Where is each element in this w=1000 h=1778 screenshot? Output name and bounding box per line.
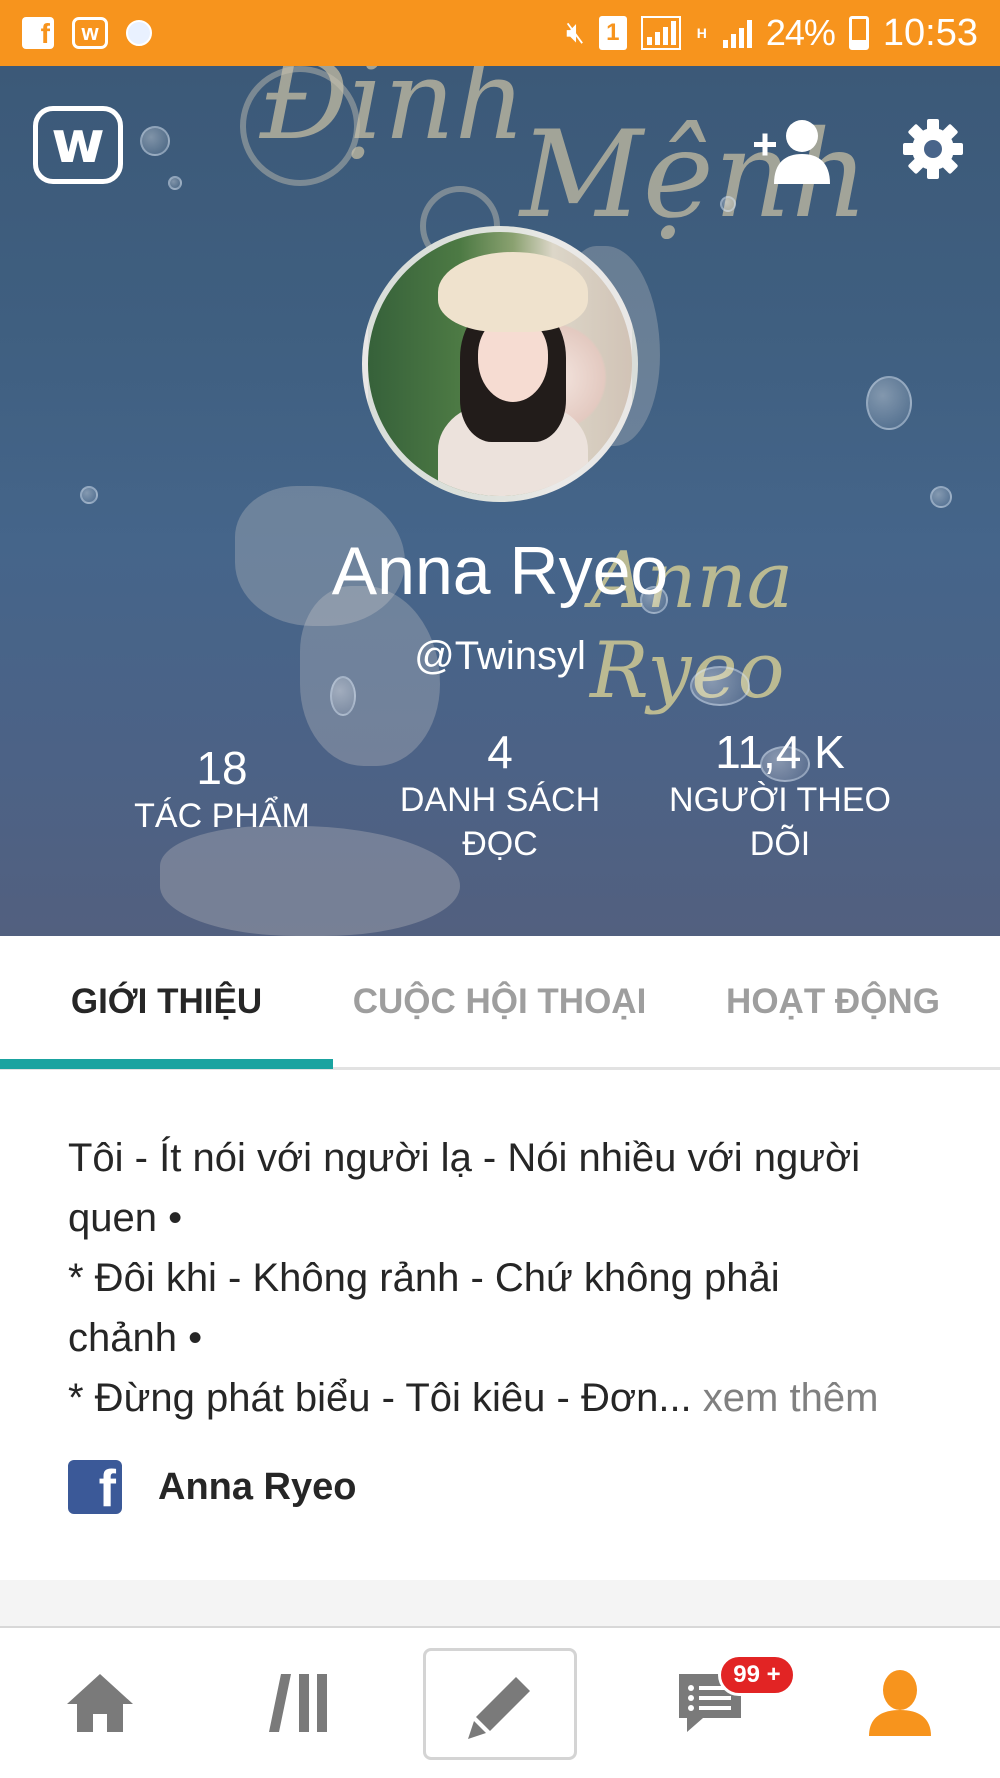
sim-signal-icon xyxy=(640,16,681,50)
stat-label: DÕI xyxy=(749,825,811,863)
wattpad-notification-icon: w xyxy=(72,17,108,49)
clock: 10:53 xyxy=(882,11,978,54)
nav-library[interactable] xyxy=(240,1628,360,1778)
library-icon xyxy=(269,1674,327,1732)
battery-icon xyxy=(848,16,869,50)
about-section: Tôi - Ít nói với người lạ - Nói nhiều vớ… xyxy=(68,1128,948,1428)
about-line: Tôi - Ít nói với người lạ - Nói nhiều vớ… xyxy=(68,1136,861,1180)
nav-home[interactable] xyxy=(40,1628,160,1778)
pencil-icon xyxy=(468,1677,530,1739)
add-person-icon xyxy=(754,120,830,184)
facebook-name: Anna Ryeo xyxy=(158,1465,357,1508)
settings-button[interactable] xyxy=(902,118,964,180)
profile-header: Định Mệnh Anna Ryeo w Anna Ryeo @Twinsyl… xyxy=(0,66,1000,936)
stat-value: 4 xyxy=(487,726,513,778)
app-notification-icon xyxy=(126,20,152,46)
profile-name: Anna Ryeo xyxy=(331,533,669,609)
bottom-navigation: 99 + xyxy=(0,1626,1000,1778)
sim-slot-badge: 1 xyxy=(598,16,627,50)
about-line: * Đừng phát biểu - Tôi kiêu - Đơn... xyxy=(68,1376,692,1420)
cell-signal-icon xyxy=(722,18,752,48)
tab-about[interactable]: GIỚI THIỆU xyxy=(0,936,333,1067)
stat-followers[interactable]: 11,4 K NGƯỜI THEO DÕI xyxy=(660,726,900,866)
mute-icon: 🔇︎ xyxy=(565,16,585,49)
tab-activity[interactable]: HOẠT ĐỘNG xyxy=(666,936,1000,1067)
profile-username: @Twinsyl xyxy=(414,634,586,678)
home-icon xyxy=(67,1674,133,1732)
wattpad-logo-button[interactable]: w xyxy=(33,106,123,184)
facebook-link[interactable]: f Anna Ryeo xyxy=(68,1460,357,1518)
notification-icons: f w xyxy=(22,17,152,49)
active-tab-indicator xyxy=(0,1059,333,1069)
stat-label: TÁC PHẨM xyxy=(134,797,310,835)
stat-works[interactable]: 18 TÁC PHẨM xyxy=(122,742,322,838)
nav-write[interactable] xyxy=(423,1648,577,1760)
system-status-icons: 🔇︎ 1 H 24% 10:53 xyxy=(566,12,978,55)
messages-badge: 99 + xyxy=(718,1654,796,1696)
about-line: chảnh • xyxy=(68,1316,203,1360)
status-bar: f w 🔇︎ 1 H 24% 10:53 xyxy=(0,0,1000,66)
see-more-link[interactable]: xem thêm xyxy=(703,1376,879,1420)
stat-label: DANH SÁCH xyxy=(399,781,601,819)
about-line: * Đôi khi - Không rảnh - Chứ không phải xyxy=(68,1256,780,1300)
stat-value: 18 xyxy=(196,742,248,794)
facebook-icon: f xyxy=(68,1460,122,1518)
section-divider xyxy=(0,1580,1000,1626)
profile-tabs: GIỚI THIỆU CUỘC HỘI THOẠI HOẠT ĐỘNG xyxy=(0,936,1000,1070)
network-type-label: H xyxy=(696,25,707,41)
profile-avatar[interactable] xyxy=(362,226,638,502)
gear-icon xyxy=(903,119,963,179)
facebook-notification-icon: f xyxy=(22,17,54,49)
about-line: quen • xyxy=(68,1196,183,1240)
add-friend-button[interactable] xyxy=(752,116,836,186)
about-last-line: * Đừng phát biểu - Tôi kiêu - Đơn... xem… xyxy=(68,1368,948,1428)
nav-messages[interactable] xyxy=(650,1628,770,1778)
stat-value: 11,4 K xyxy=(715,726,845,778)
nav-profile[interactable] xyxy=(840,1628,960,1778)
profile-icon xyxy=(869,1670,931,1736)
battery-percent: 24% xyxy=(765,12,836,53)
stat-label: NGƯỜI THEO xyxy=(669,781,891,819)
stat-reading-lists[interactable]: 4 DANH SÁCH ĐỌC xyxy=(380,726,620,866)
tab-conversations[interactable]: CUỘC HỘI THOẠI xyxy=(333,936,666,1067)
stat-label: ĐỌC xyxy=(462,825,538,863)
